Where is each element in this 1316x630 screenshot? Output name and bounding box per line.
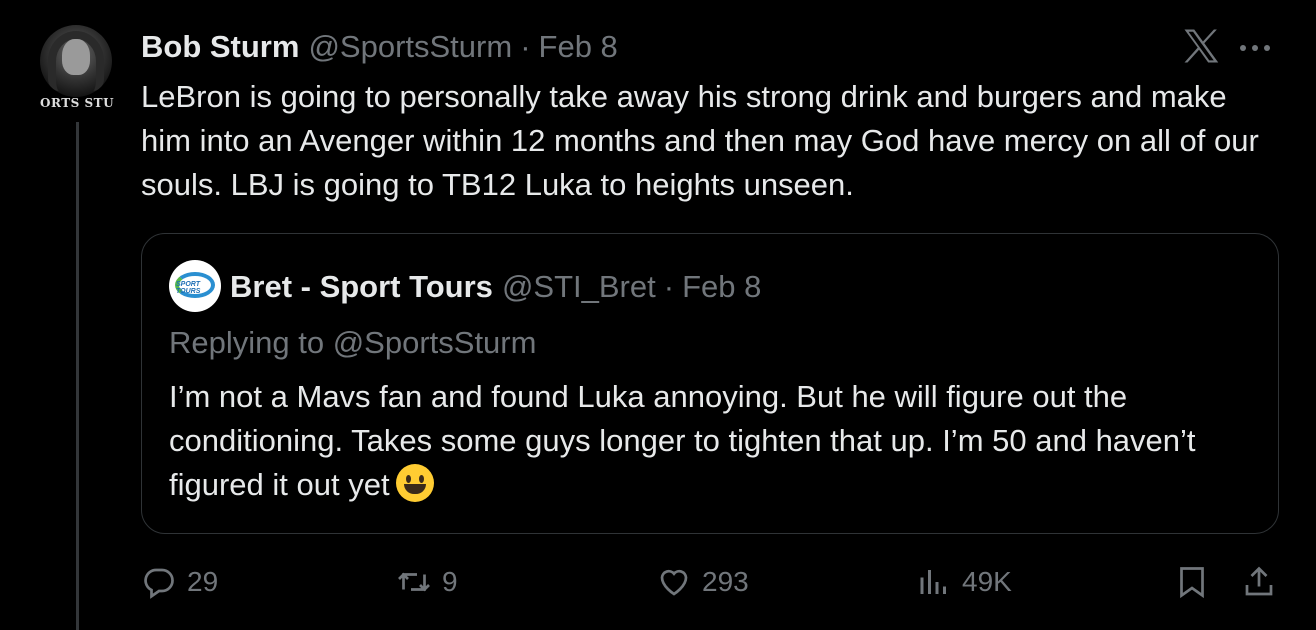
replying-to-label: Replying to @SportsSturm — [169, 325, 537, 360]
retweet-button[interactable]: 9 — [396, 564, 458, 600]
avatar-caption: ORTS STU — [40, 96, 115, 110]
x-logo-icon[interactable] — [1183, 28, 1219, 64]
quote-text-block: I’m not a Mavs fan and found Luka annoyi… — [169, 375, 1249, 507]
avatar-face-shape — [62, 39, 90, 75]
reply-count: 29 — [187, 566, 219, 597]
tweet-header: Bob Sturm @SportsSturm · Feb 8 — [141, 28, 618, 66]
like-button[interactable]: 293 — [656, 564, 749, 600]
quote-date[interactable]: Feb 8 — [682, 269, 761, 305]
quote-author-handle[interactable]: @STI_Bret — [502, 269, 656, 305]
retweet-icon — [398, 572, 430, 592]
header-separator: · — [520, 29, 531, 64]
quote-header: Bret - Sport Tours @STI_Bret · Feb 8 — [230, 268, 761, 306]
more-icon[interactable] — [1240, 38, 1276, 58]
reply-icon — [144, 568, 174, 599]
quote-author-avatar[interactable]: SPORT TOURS — [169, 260, 221, 312]
avatar-logo-text: SPORT TOURS — [176, 281, 201, 295]
thread-line — [76, 122, 79, 630]
quoted-tweet[interactable]: SPORT TOURS Bret - Sport Tours @STI_Bret… — [141, 233, 1279, 534]
quote-header-separator: · — [663, 269, 675, 304]
bookmark-button[interactable] — [1174, 564, 1210, 600]
tweet-date[interactable]: Feb 8 — [539, 29, 618, 65]
views-button[interactable]: 49K — [916, 564, 1012, 600]
like-icon — [660, 569, 688, 596]
tweet-text: LeBron is going to personally take away … — [141, 79, 1259, 202]
retweet-count: 9 — [442, 566, 458, 597]
bookmark-icon — [1180, 567, 1204, 599]
views-count: 49K — [962, 566, 1012, 597]
views-icon — [920, 570, 946, 594]
author-handle[interactable]: @SportsSturm — [308, 29, 512, 65]
share-button[interactable] — [1241, 564, 1277, 600]
quote-author-name[interactable]: Bret - Sport Tours — [230, 269, 493, 305]
quote-text: I’m not a Mavs fan and found Luka annoyi… — [169, 379, 1196, 502]
share-icon — [1245, 566, 1273, 596]
author-name[interactable]: Bob Sturm — [141, 29, 299, 65]
reply-button[interactable]: 29 — [141, 564, 218, 600]
tweet-actions: 29 9 293 49K — [141, 560, 1281, 606]
like-count: 293 — [702, 566, 749, 597]
grinning-face-emoji — [395, 464, 434, 502]
author-avatar[interactable] — [40, 25, 112, 97]
